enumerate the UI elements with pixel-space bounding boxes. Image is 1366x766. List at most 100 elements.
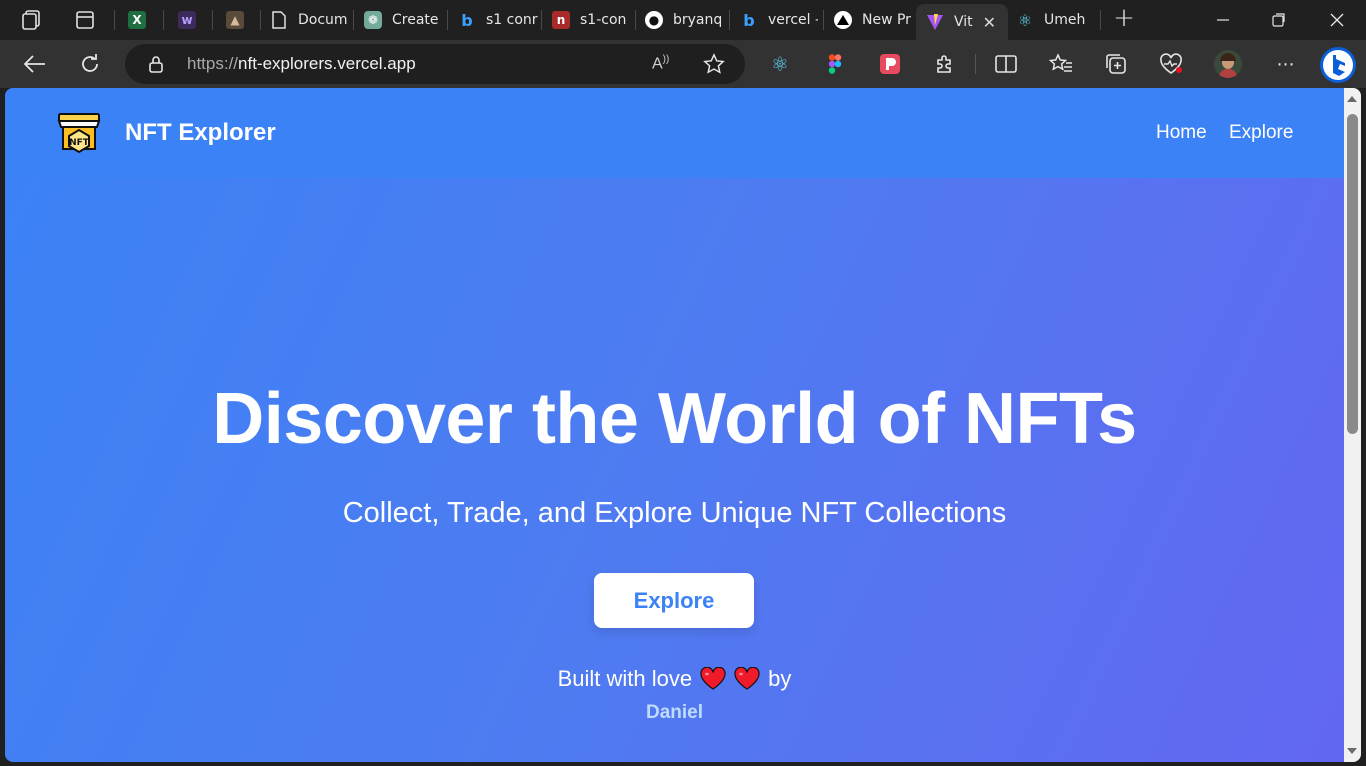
- heart-icon: [700, 667, 726, 690]
- favorite-star-icon[interactable]: [703, 53, 725, 75]
- tab-title: vercel -: [768, 12, 818, 28]
- w-icon: w: [178, 11, 196, 29]
- github-icon: ●: [645, 11, 663, 29]
- tab-separator: [353, 10, 354, 30]
- read-aloud-icon[interactable]: A)): [652, 54, 669, 73]
- tab-separator: [114, 10, 115, 30]
- split-screen-icon: [995, 55, 1017, 73]
- author-link[interactable]: Daniel: [5, 702, 1344, 724]
- tab-10-active[interactable]: Vit ✕: [916, 4, 1008, 40]
- toolbar-separator: [975, 54, 976, 74]
- explore-button[interactable]: Explore: [594, 573, 754, 628]
- more-dots-icon: ⋯: [1276, 53, 1296, 75]
- close-window-icon[interactable]: [1314, 0, 1360, 40]
- tab-8[interactable]: b vercel -: [740, 4, 818, 36]
- copilot-button[interactable]: [1318, 45, 1358, 85]
- page-viewport: NFT NFT Explorer Home Explore Discover t…: [5, 88, 1361, 762]
- tab-title: Umeh: [1044, 12, 1086, 28]
- lock-icon[interactable]: [148, 55, 164, 73]
- scroll-up-arrow-icon[interactable]: [1347, 96, 1357, 102]
- tab-6[interactable]: n s1-con: [552, 4, 632, 36]
- pocket-icon: [880, 54, 900, 74]
- address-bar[interactable]: https://nft-explorers.vercel.app A)): [125, 44, 745, 84]
- hero-title: Discover the World of NFTs: [212, 379, 1137, 459]
- pocket-extension[interactable]: [876, 50, 904, 78]
- tab-title: Create: [392, 12, 439, 28]
- minimize-icon[interactable]: [1200, 0, 1246, 40]
- tab-title: New Pr: [862, 12, 911, 28]
- collections-icon: [1106, 54, 1126, 74]
- tab-title: s1 conr: [486, 12, 538, 28]
- tab-separator: [823, 10, 824, 30]
- bing-chat-icon: [1320, 47, 1356, 83]
- scroll-down-arrow-icon[interactable]: [1347, 748, 1357, 754]
- credit-prefix: Built with love: [557, 666, 693, 691]
- tab-separator: [635, 10, 636, 30]
- excel-icon: X: [128, 11, 146, 29]
- vertical-scrollbar[interactable]: [1344, 88, 1361, 762]
- scrollbar-thumb[interactable]: [1347, 114, 1358, 434]
- vercel-icon: [834, 11, 852, 29]
- logo-text: NFT: [69, 138, 90, 148]
- figma-extension[interactable]: [821, 50, 849, 78]
- nav-home-link[interactable]: Home: [1156, 122, 1207, 144]
- nav-explore-link[interactable]: Explore: [1229, 122, 1293, 144]
- back-button[interactable]: [21, 50, 49, 78]
- tab-separator: [1100, 10, 1101, 30]
- new-tab-icon[interactable]: +: [1111, 5, 1137, 32]
- credit-line: Built with love by: [5, 666, 1344, 692]
- tab-5[interactable]: b s1 conr: [458, 4, 538, 36]
- tab-title: Vit: [954, 14, 973, 30]
- figma-icon: [828, 54, 842, 74]
- favorites-button[interactable]: [1047, 50, 1075, 78]
- chatgpt-icon: ❁: [364, 11, 382, 29]
- document-icon: [270, 11, 288, 29]
- tab-7[interactable]: ● bryanq: [645, 4, 725, 36]
- restore-icon[interactable]: [1256, 0, 1302, 40]
- puzzle-icon: [937, 55, 951, 73]
- tab-2[interactable]: ▲: [226, 4, 254, 36]
- profile-button[interactable]: [1214, 50, 1242, 78]
- split-screen-button[interactable]: [992, 50, 1020, 78]
- tab-separator: [260, 10, 261, 30]
- settings-more-button[interactable]: ⋯: [1272, 50, 1300, 78]
- collections-button[interactable]: [1102, 50, 1130, 78]
- browser-essentials-button[interactable]: [1157, 50, 1185, 78]
- credit-suffix: by: [768, 666, 792, 691]
- tab-9[interactable]: New Pr: [834, 4, 912, 36]
- url-text[interactable]: https://nft-explorers.vercel.app: [187, 54, 416, 74]
- url-host: nft-explorers.vercel.app: [238, 54, 416, 73]
- tab-separator: [729, 10, 730, 30]
- tab-actions-icon[interactable]: [74, 9, 96, 31]
- site-header: NFT NFT Explorer Home Explore: [5, 88, 1344, 178]
- tab-4[interactable]: ❁ Create: [364, 4, 444, 36]
- site-brand[interactable]: NFT Explorer: [125, 119, 276, 147]
- refresh-button[interactable]: [76, 50, 104, 78]
- back-arrow-icon: [24, 55, 45, 73]
- tab-separator: [447, 10, 448, 30]
- tab-0[interactable]: X: [128, 4, 156, 36]
- bing-icon: b: [461, 10, 473, 30]
- tab-strip: X w ▲ Docum ❁ Create b s1 conr n s1-con …: [0, 0, 1366, 40]
- extensions-button[interactable]: [931, 50, 959, 78]
- tab-1[interactable]: w: [178, 4, 206, 36]
- tab-separator: [541, 10, 542, 30]
- heart-pulse-icon: [1160, 53, 1182, 74]
- tab-title: bryanq: [673, 12, 723, 28]
- favorites-list-icon: [1049, 53, 1072, 72]
- tab-separator: [163, 10, 164, 30]
- react-devtools-extension[interactable]: ⚛: [766, 50, 794, 78]
- react-icon: ⚛: [771, 52, 789, 76]
- workspaces-icon[interactable]: [18, 8, 44, 32]
- avatar: [1214, 50, 1242, 78]
- browser-toolbar: https://nft-explorers.vercel.app A)) ⚛ ⋯: [0, 40, 1366, 88]
- vite-icon: [926, 13, 944, 31]
- bing-icon: b: [743, 10, 755, 30]
- tab-3[interactable]: Docum: [270, 4, 350, 36]
- hero-subtitle: Collect, Trade, and Explore Unique NFT C…: [342, 497, 1007, 529]
- close-tab-icon[interactable]: ✕: [983, 13, 996, 32]
- app-icon: n: [552, 11, 570, 29]
- url-scheme: https://: [187, 54, 239, 73]
- tab-11[interactable]: ⚛ Umeh: [1016, 4, 1100, 36]
- nft-store-logo-icon[interactable]: NFT: [55, 108, 103, 156]
